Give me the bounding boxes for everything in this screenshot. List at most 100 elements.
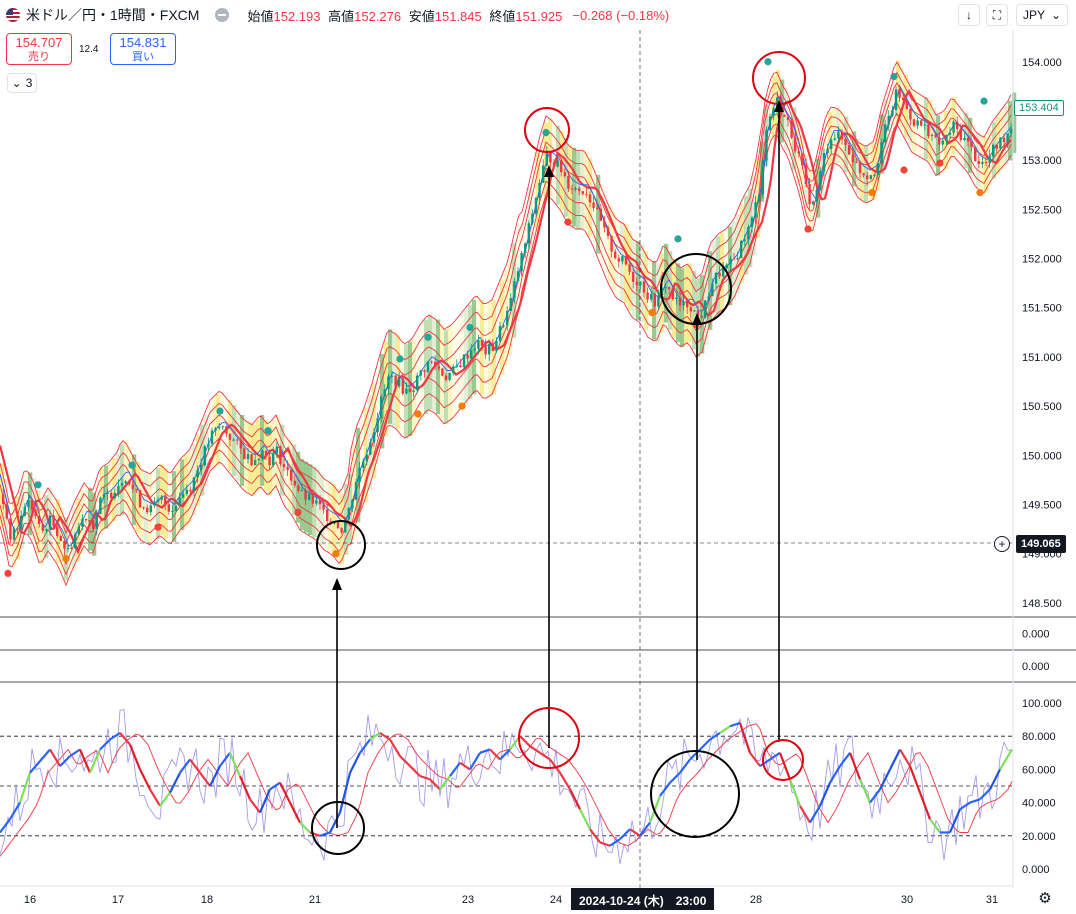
candle-body bbox=[923, 124, 926, 126]
candle-body bbox=[347, 508, 350, 520]
candle-body bbox=[70, 548, 73, 550]
oscillator-segment bbox=[858, 778, 872, 804]
candle-body bbox=[574, 188, 577, 190]
price-axis-label: 151.500 bbox=[1022, 303, 1062, 315]
candle-body bbox=[624, 256, 628, 265]
candle-body bbox=[221, 426, 224, 428]
candle-body bbox=[552, 162, 556, 167]
osc-axis-label: 100.000 bbox=[1022, 698, 1062, 710]
candle-body bbox=[77, 526, 80, 535]
candle-body bbox=[272, 453, 275, 466]
candle-body bbox=[326, 509, 329, 521]
gear-icon[interactable]: ⚙ bbox=[1036, 890, 1054, 908]
candle-body bbox=[732, 258, 736, 260]
candle-body bbox=[164, 496, 167, 505]
arrow-down-icon[interactable]: ↓ bbox=[958, 4, 980, 26]
candle-body bbox=[138, 490, 142, 508]
candle-body bbox=[538, 182, 541, 198]
oscillator-segment bbox=[329, 812, 341, 833]
osc-axis-label: 80.000 bbox=[1022, 731, 1056, 743]
candle-body bbox=[736, 258, 739, 260]
oscillator-segment bbox=[559, 772, 571, 790]
candle-body bbox=[610, 235, 613, 252]
spread-value: 12.4 bbox=[79, 44, 99, 55]
oscillator-segment bbox=[529, 745, 541, 754]
candle-body bbox=[621, 256, 624, 262]
candle-body bbox=[250, 454, 253, 466]
sell-button[interactable]: 154.707 売り bbox=[6, 33, 72, 65]
signal-dot bbox=[976, 189, 984, 197]
candle-body bbox=[898, 89, 901, 98]
hide-icon[interactable] bbox=[215, 8, 230, 22]
candle-body bbox=[869, 175, 872, 180]
candle-body bbox=[635, 281, 638, 286]
candle-body bbox=[167, 504, 170, 512]
candle-body bbox=[239, 440, 242, 449]
candle-body bbox=[401, 378, 404, 394]
osc-axis-label: 40.000 bbox=[1022, 798, 1056, 810]
buy-button[interactable]: 154.831 買い bbox=[110, 33, 176, 65]
candle-body bbox=[714, 272, 718, 284]
candle-body bbox=[426, 361, 430, 372]
signal-dot bbox=[674, 235, 682, 243]
candle-body bbox=[99, 497, 102, 514]
candle-body bbox=[945, 134, 948, 141]
price-axis-label: 152.000 bbox=[1022, 254, 1062, 266]
candle-body bbox=[862, 173, 865, 176]
candle-body bbox=[927, 124, 930, 137]
oscillator-segment bbox=[788, 778, 802, 807]
candle-body bbox=[290, 469, 293, 481]
plus-icon[interactable]: + bbox=[994, 536, 1010, 552]
candle-body bbox=[362, 461, 365, 468]
candle-body bbox=[304, 490, 307, 500]
candle-body bbox=[711, 283, 714, 297]
signal-dot bbox=[128, 461, 136, 469]
price-axis-label: 153.000 bbox=[1022, 155, 1062, 167]
candle-body bbox=[786, 116, 790, 120]
candle-body bbox=[682, 301, 685, 306]
candle-body bbox=[772, 107, 775, 117]
candle-body bbox=[750, 217, 754, 227]
oscillator-segment bbox=[449, 762, 461, 777]
candle-body bbox=[999, 137, 1002, 149]
candle-body bbox=[16, 528, 19, 530]
candle-body bbox=[707, 296, 710, 301]
oscillator-segment bbox=[979, 788, 991, 801]
oscillator-segment bbox=[128, 744, 142, 770]
signal-dot bbox=[804, 225, 812, 233]
candle-body bbox=[851, 154, 854, 163]
candle-body bbox=[117, 485, 120, 493]
chart-canvas[interactable]: 154.000153.500153.000152.500152.000151.5… bbox=[0, 0, 1076, 914]
candle-body bbox=[210, 430, 214, 444]
candle-body bbox=[142, 507, 145, 509]
crosshair-price-tag: 149.065 bbox=[1016, 535, 1066, 553]
candle-body bbox=[466, 354, 469, 359]
candle-body bbox=[542, 165, 545, 183]
oscillator-segment bbox=[569, 788, 581, 810]
fullscreen-icon[interactable]: ⛶ bbox=[986, 4, 1008, 26]
signal-dot bbox=[564, 218, 572, 226]
signal-dot bbox=[936, 159, 944, 167]
symbol-title[interactable]: 米ドル／円・1時間・FXCM bbox=[26, 5, 199, 25]
candle-body bbox=[207, 443, 210, 447]
oscillator-segment bbox=[199, 772, 211, 787]
candle-body bbox=[59, 535, 62, 541]
indicators-toggle[interactable]: ⌄ 3 bbox=[7, 73, 37, 93]
candle-body bbox=[876, 163, 880, 175]
candle-body bbox=[124, 481, 127, 484]
arrow-head bbox=[332, 578, 342, 590]
candle-body bbox=[110, 492, 113, 498]
oscillator-segment bbox=[839, 752, 851, 767]
oscillator-segment bbox=[399, 755, 411, 767]
currency-select[interactable]: JPY ⌄ bbox=[1016, 4, 1068, 26]
candle-body bbox=[358, 467, 361, 483]
candle-body bbox=[423, 370, 426, 372]
candle-body bbox=[106, 492, 109, 494]
time-axis-label: 18 bbox=[201, 894, 213, 906]
candle-body bbox=[246, 454, 250, 460]
price-axis-label: 149.500 bbox=[1022, 500, 1062, 512]
candle-body bbox=[812, 201, 815, 205]
candle-body bbox=[12, 528, 16, 540]
candle-body bbox=[214, 427, 217, 431]
candle-body bbox=[959, 128, 962, 140]
